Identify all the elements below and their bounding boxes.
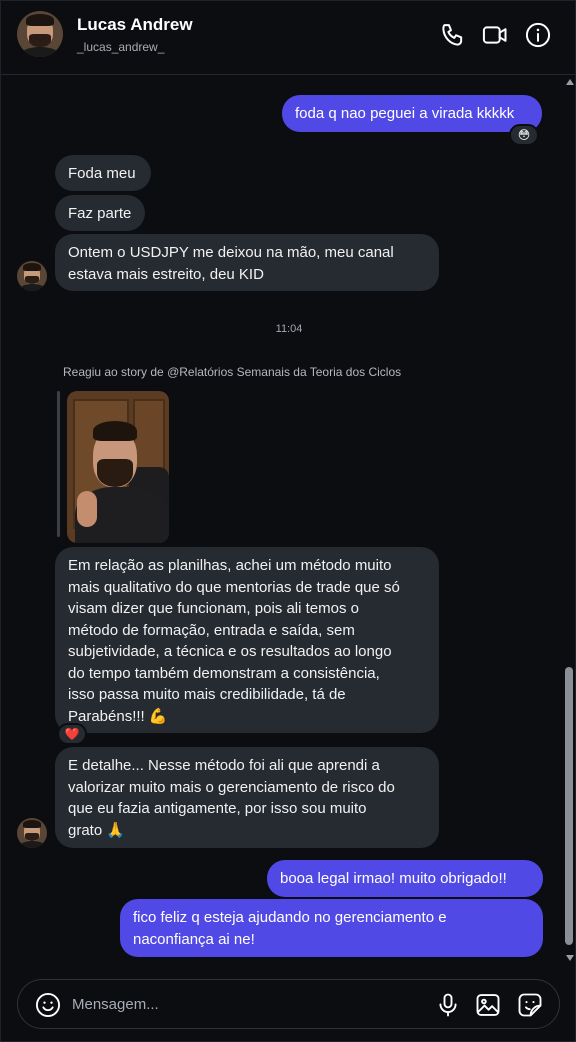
reaction-flushed-emoji[interactable]: 😳	[509, 124, 539, 146]
outgoing-message[interactable]: foda q nao peguei a virada kkkkk	[282, 95, 542, 132]
microphone-icon[interactable]	[434, 991, 462, 1019]
outgoing-message[interactable]: booa legal irmao! muito obrigado!!	[267, 860, 543, 897]
contact-avatar[interactable]	[17, 11, 63, 57]
scroll-down-arrow[interactable]	[566, 955, 574, 961]
image-icon[interactable]	[474, 991, 502, 1019]
emoji-icon[interactable]	[34, 991, 62, 1019]
sender-avatar[interactable]	[17, 818, 47, 848]
story-reply-divider	[57, 391, 60, 537]
message-timestamp: 11:04	[275, 323, 303, 335]
chat-window: Lucas Andrew _lucas_andrew_ foda q nao p…	[0, 0, 576, 1042]
contact-name[interactable]: Lucas Andrew	[77, 15, 193, 35]
chat-header: Lucas Andrew _lucas_andrew_	[1, 1, 576, 75]
info-icon[interactable]	[524, 21, 552, 49]
outgoing-message[interactable]: fico feliz q esteja ajudando no gerencia…	[120, 899, 543, 957]
message-input[interactable]: Mensagem...	[72, 996, 159, 1013]
incoming-message[interactable]: Ontem o USDJPY me deixou na mão, meu can…	[55, 234, 439, 291]
video-call-icon[interactable]	[481, 21, 509, 49]
phone-icon[interactable]	[439, 21, 467, 49]
reaction-heart-emoji[interactable]: ❤️	[57, 723, 87, 745]
sender-avatar[interactable]	[17, 261, 47, 291]
story-reply-caption: Reagiu ao story de @Relatórios Semanais …	[63, 365, 402, 379]
story-thumbnail[interactable]	[67, 391, 169, 543]
incoming-message[interactable]: Em relação as planilhas, achei um método…	[55, 547, 439, 733]
scroll-up-arrow[interactable]	[566, 79, 574, 85]
incoming-message[interactable]: E detalhe... Nesse método foi ali que ap…	[55, 747, 439, 848]
scroll-thumb[interactable]	[565, 667, 573, 945]
contact-handle: _lucas_andrew_	[77, 40, 165, 54]
scrollbar[interactable]	[562, 77, 576, 963]
message-composer[interactable]: Mensagem...	[17, 979, 560, 1029]
incoming-message[interactable]: Faz parte	[55, 195, 145, 231]
incoming-message[interactable]: Foda meu	[55, 155, 151, 191]
sticker-icon[interactable]	[516, 991, 544, 1019]
